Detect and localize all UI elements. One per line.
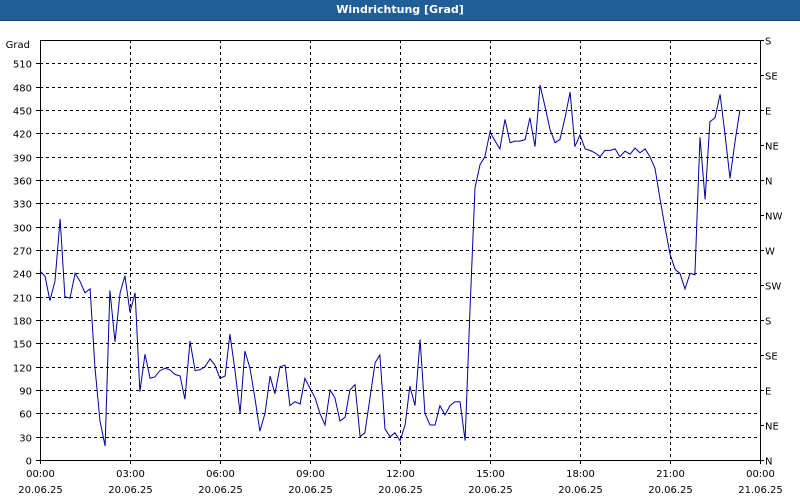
y-tick-label: 120: [13, 364, 32, 375]
x-tick-time-label: 09:00: [296, 469, 325, 480]
y-tick-label: 60: [19, 410, 32, 421]
y-tick-label: 90: [19, 387, 32, 398]
x-tick-time-label: 12:00: [386, 469, 415, 480]
y2-tick-label: SE: [765, 72, 778, 83]
y-tick-label: 510: [13, 60, 32, 71]
y-tick-label: 390: [13, 154, 32, 165]
x-tick-time-label: 00:00: [746, 469, 775, 480]
y-tick-label: 480: [13, 84, 32, 95]
y-tick-label: 180: [13, 317, 32, 328]
series-line-wind-direction: [39, 84, 741, 447]
y-tick-label: 240: [13, 270, 32, 281]
grid-lines: [40, 40, 760, 460]
x-tick-time-label: 15:00: [476, 469, 505, 480]
y2-tick-label: N: [765, 177, 772, 188]
y2-tick-label: S: [765, 317, 771, 328]
y-tick-label: 330: [13, 200, 32, 211]
y-axis-right: N NE E SE S SW W NW N NE E SE S: [760, 37, 782, 468]
x-tick-time-label: 03:00: [116, 469, 145, 480]
y-tick-label: 0: [26, 457, 32, 468]
y-axis-label: Grad: [6, 40, 30, 51]
x-tick-date-label: 21.06.25: [738, 485, 783, 496]
x-tick-time-label: 21:00: [656, 469, 685, 480]
y-tick-label: 360: [13, 177, 32, 188]
y2-tick-label: SE: [765, 352, 778, 363]
y-tick-label: 300: [13, 224, 32, 235]
y2-tick-label: E: [765, 387, 771, 398]
x-tick-date-label: 20.06.25: [288, 485, 333, 496]
x-tick-date-label: 20.06.25: [558, 485, 603, 496]
x-axis: 00:00 20.06.25 03:00 20.06.25 06:00 20.06.25 0…: [18, 460, 783, 496]
y2-tick-label: S: [765, 37, 771, 48]
y-tick-label: 270: [13, 247, 32, 258]
y2-tick-label: N: [765, 457, 772, 468]
y2-tick-label: W: [765, 247, 775, 258]
x-tick-date-label: 20.06.25: [198, 485, 243, 496]
y-tick-label: 210: [13, 294, 32, 305]
x-tick-date-label: 20.06.25: [18, 485, 63, 496]
wind-direction-chart: 0 30 60 90 120 150 180 210 240 270 300 330 360 390 420…: [6, 37, 783, 497]
y-tick-label: 420: [13, 130, 32, 141]
y2-tick-label: NW: [765, 212, 782, 223]
x-tick-time-label: 18:00: [566, 469, 595, 480]
x-tick-date-label: 20.06.25: [108, 485, 153, 496]
x-tick-date-label: 20.06.25: [378, 485, 423, 496]
x-tick-date-label: 20.06.25: [648, 485, 693, 496]
x-tick-time-label: 06:00: [206, 469, 235, 480]
y-axis-left: 0 30 60 90 120 150 180 210 240 270 300 330 360 390 420…: [13, 60, 40, 468]
x-tick-time-label: 00:00: [26, 469, 55, 480]
y2-tick-label: SW: [765, 282, 781, 293]
y-tick-label: 150: [13, 340, 32, 351]
y-tick-label: 30: [19, 434, 32, 445]
y2-tick-label: NE: [765, 142, 779, 153]
y-tick-label: 450: [13, 107, 32, 118]
y2-tick-label: E: [765, 107, 771, 118]
y2-tick-label: NE: [765, 422, 779, 433]
x-tick-date-label: 20.06.25: [468, 485, 513, 496]
